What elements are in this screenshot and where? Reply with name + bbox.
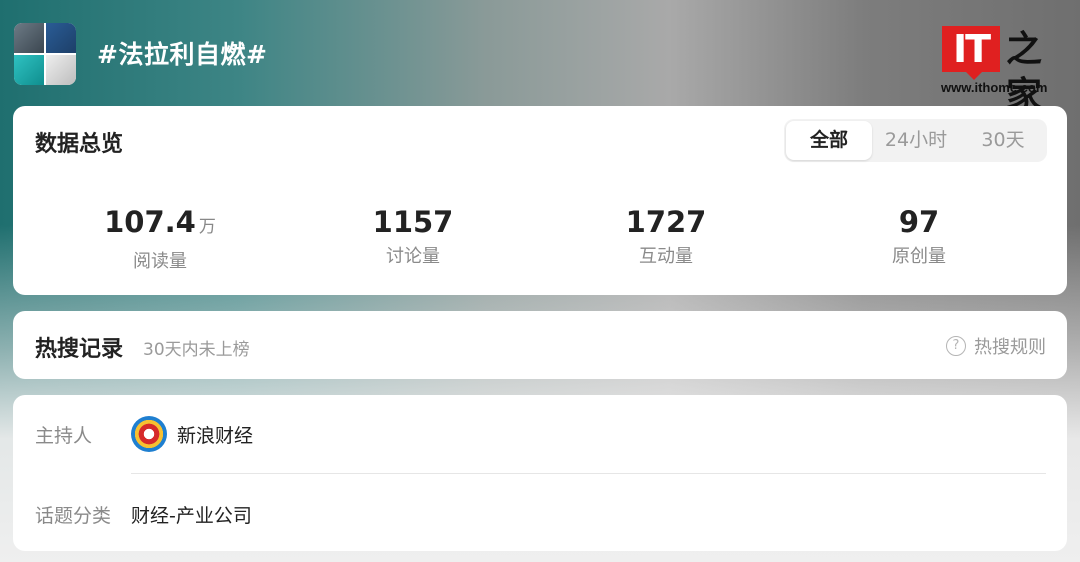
category-row: 话题分类 财经-产业公司 <box>35 494 252 534</box>
logo-it-mark: IT <box>942 26 1000 80</box>
stat-number: 1157 <box>372 205 454 239</box>
stat-label: 互动量 <box>639 246 693 267</box>
stat-number: 1727 <box>625 205 707 239</box>
stat-label: 讨论量 <box>386 246 440 267</box>
stat-number: 97 <box>898 205 940 239</box>
hot-search-title: 热搜记录 <box>35 337 124 362</box>
host-avatar[interactable] <box>131 416 167 452</box>
hot-search-rules-label: 热搜规则 <box>974 337 1046 358</box>
topic-info-card: 主持人 新浪财经 话题分类 财经-产业公司 <box>13 395 1067 551</box>
host-label: 主持人 <box>35 424 93 447</box>
thumbnail-tile <box>46 55 76 85</box>
stat-number: 107.4 <box>104 205 196 239</box>
stat-discussions: 1157 讨论量 <box>286 206 540 268</box>
topic-thumbnail[interactable] <box>14 23 76 85</box>
tab-24h[interactable]: 24小时 <box>872 121 960 160</box>
ithome-logo: IT 之家 www.ithome.com <box>940 24 1065 116</box>
thumbnail-tile <box>14 55 44 85</box>
logo-url: www.ithome.com <box>941 80 1048 95</box>
stat-label: 阅读量 <box>133 251 187 272</box>
stat-reads: 107.4 万 阅读量 <box>33 206 287 273</box>
hot-search-rules-link[interactable]: ? 热搜规则 <box>946 333 1046 359</box>
stat-value: 1157 <box>286 206 540 238</box>
stat-value: 107.4 万 <box>33 206 287 243</box>
question-circle-icon: ? <box>946 336 966 356</box>
time-range-tabs: 全部 24小时 30天 <box>784 119 1047 162</box>
data-overview-card: 数据总览 全部 24小时 30天 107.4 万 阅读量 1157 讨论量 172… <box>13 106 1067 295</box>
tab-all[interactable]: 全部 <box>786 121 872 160</box>
host-row: 主持人 新浪财经 <box>35 414 253 454</box>
logo-zh-mark: 之家 <box>1006 28 1042 116</box>
overview-title: 数据总览 <box>35 132 124 157</box>
divider <box>131 473 1046 474</box>
topic-title: #法拉利自燃# <box>97 40 268 69</box>
tab-30d[interactable]: 30天 <box>960 121 1046 160</box>
stat-unit: 万 <box>198 217 216 237</box>
hot-search-status: 30天内未上榜 <box>143 340 250 360</box>
hot-search-card: 热搜记录 30天内未上榜 ? 热搜规则 <box>13 311 1067 379</box>
thumbnail-tile <box>14 23 44 53</box>
stat-value: 97 <box>792 206 1046 238</box>
host-name[interactable]: 新浪财经 <box>177 421 253 448</box>
category-label: 话题分类 <box>35 504 112 527</box>
stat-value: 1727 <box>539 206 793 238</box>
category-value: 财经-产业公司 <box>131 504 252 527</box>
stat-interactions: 1727 互动量 <box>539 206 793 268</box>
thumbnail-tile <box>46 23 76 53</box>
topic-header: #法拉利自燃# IT 之家 www.ithome.com <box>0 0 1080 116</box>
stat-original: 97 原创量 <box>792 206 1046 268</box>
stat-label: 原创量 <box>892 246 946 267</box>
